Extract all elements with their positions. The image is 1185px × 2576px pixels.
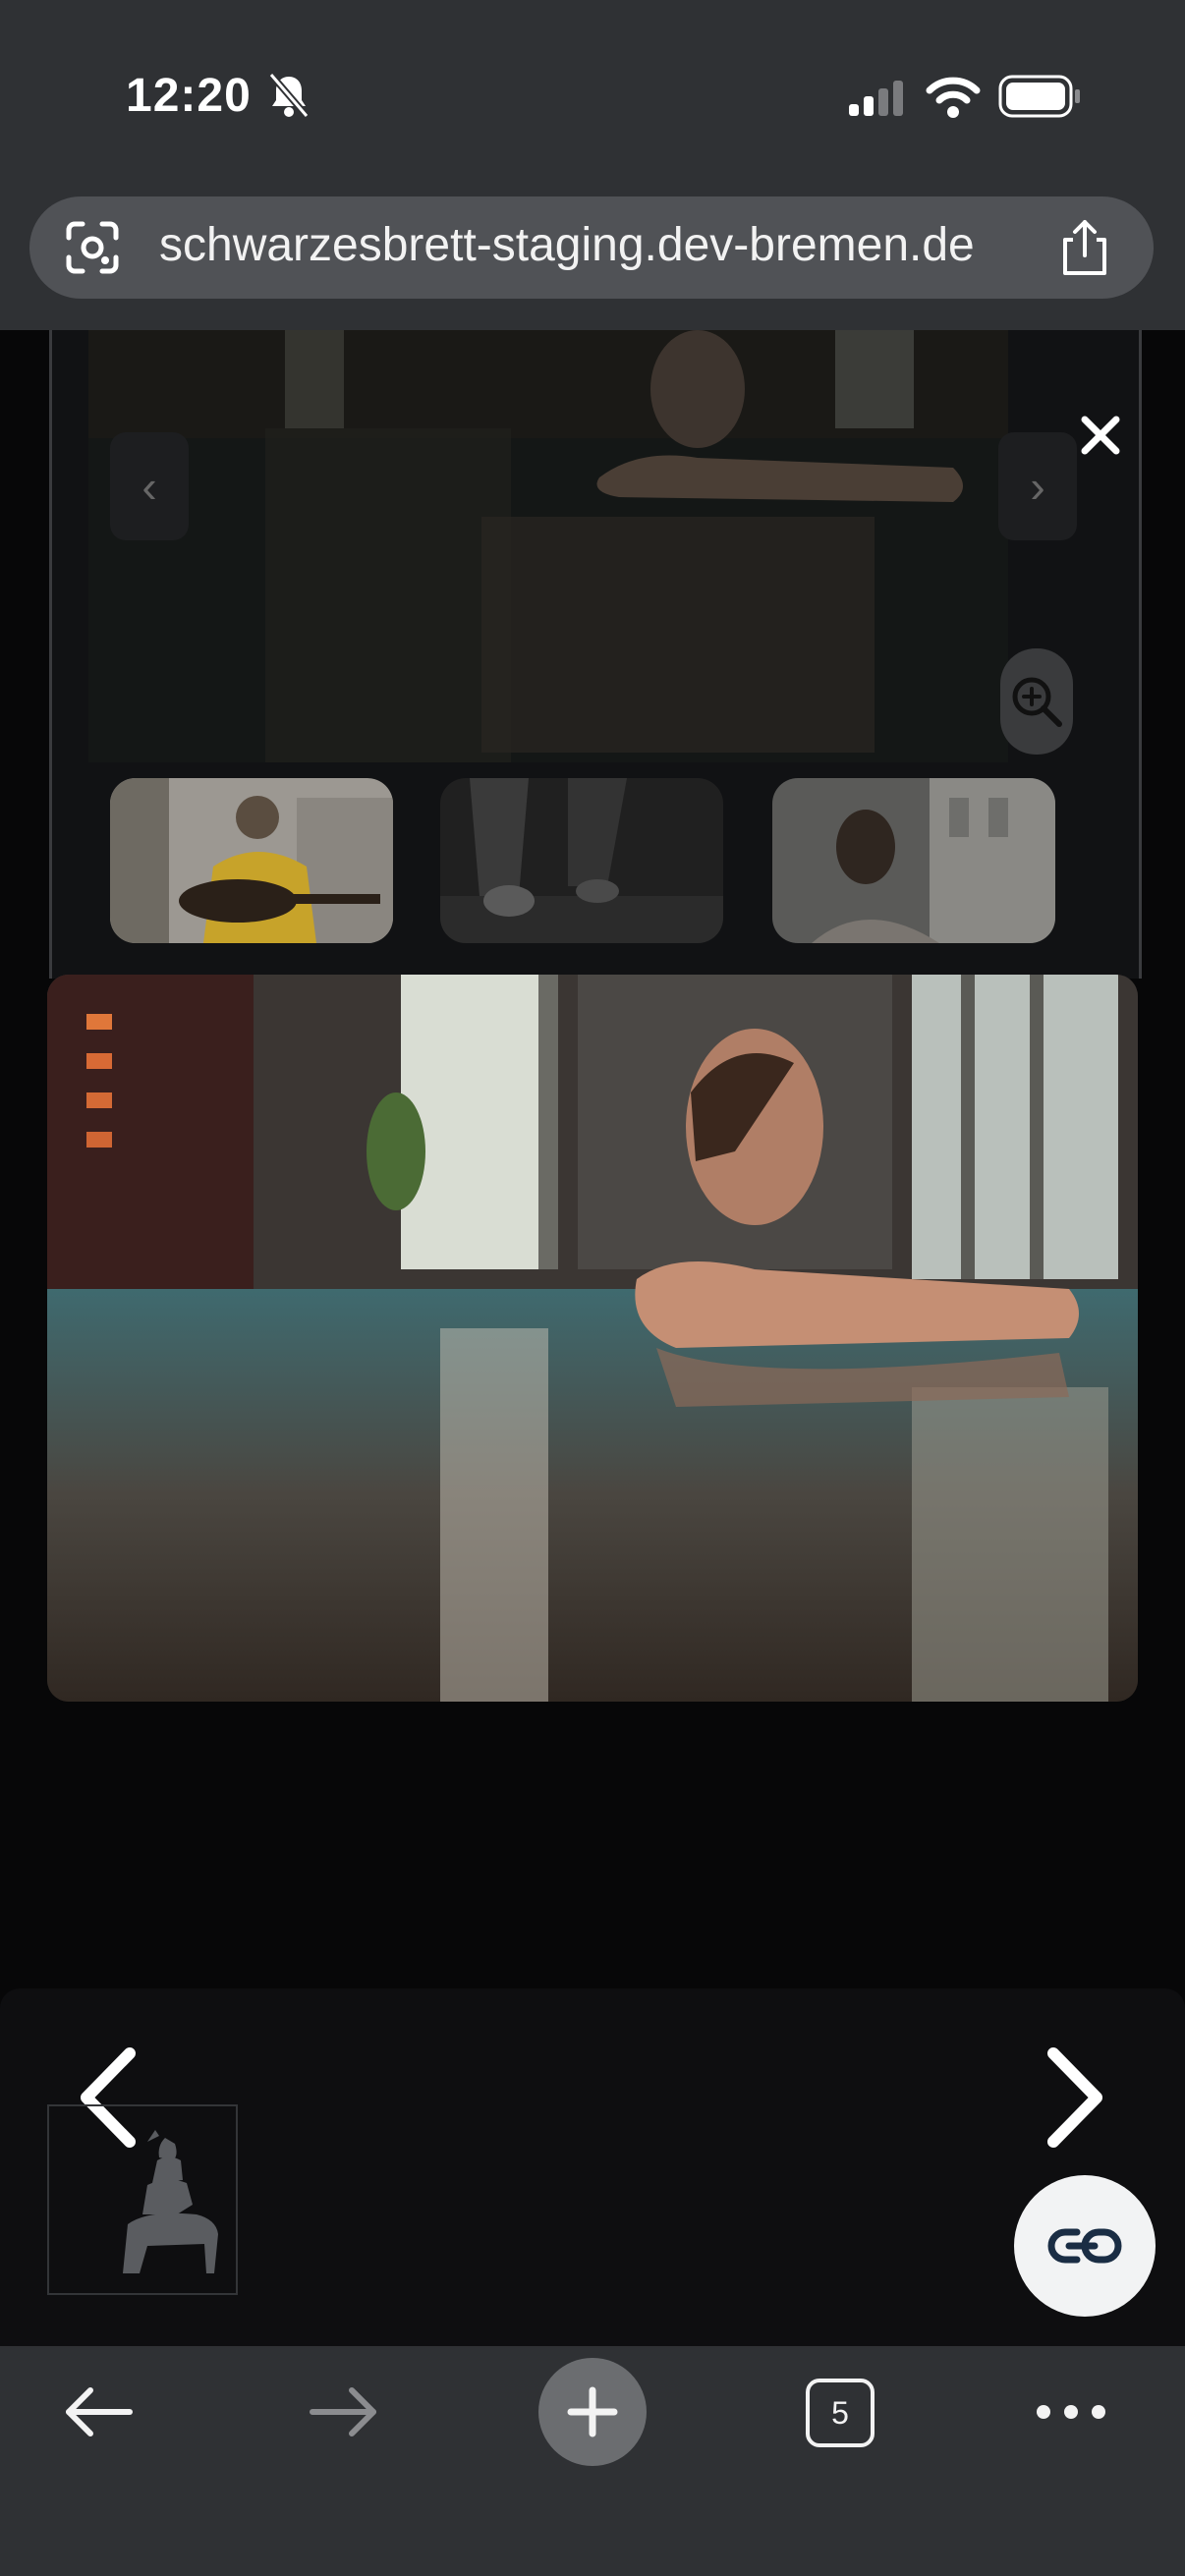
more-menu-button[interactable] (1022, 2358, 1120, 2466)
thumbnail-running-shoes[interactable] (440, 778, 723, 943)
url-text[interactable]: schwarzesbrett-staging.dev-bremen.de (159, 218, 975, 272)
status-time: 12:20 (126, 70, 252, 122)
new-tab-button[interactable] (538, 2358, 647, 2466)
signal-icon (849, 81, 908, 121)
lens-icon[interactable] (63, 218, 122, 282)
more-icon (1037, 2405, 1105, 2419)
battery-icon (998, 75, 1081, 123)
wifi-icon (926, 75, 981, 123)
forward-button[interactable] (295, 2358, 393, 2466)
zoom-in-icon (1012, 677, 1062, 727)
tab-switcher-button[interactable]: 5 (806, 2379, 875, 2447)
thumbnail-guitar-player[interactable] (110, 778, 393, 943)
thumbnail-woman-smiling[interactable] (772, 778, 1055, 943)
chevron-right-icon (1047, 2047, 1102, 2148)
gallery-prev-button[interactable]: ‹ (110, 432, 189, 540)
arrow-right-icon (310, 2387, 376, 2436)
close-icon (1081, 416, 1120, 455)
back-button[interactable] (49, 2358, 147, 2466)
plus-icon (567, 2386, 618, 2437)
share-icon[interactable] (1057, 216, 1112, 284)
gallery-next-button[interactable]: › (998, 432, 1077, 540)
lightbox-image[interactable] (47, 975, 1138, 1702)
site-logo[interactable] (47, 2104, 238, 2295)
bell-slash-icon (267, 71, 310, 125)
lightbox-next-button[interactable] (1042, 2044, 1110, 2156)
gallery-main-image-dimmed (88, 330, 1008, 762)
close-button[interactable] (1081, 403, 1120, 469)
link-icon (1047, 2228, 1122, 2264)
musicians-logo-icon (123, 2130, 218, 2273)
cobrowse-button[interactable] (1014, 2175, 1156, 2317)
arrow-left-icon (66, 2387, 133, 2436)
zoom-in-button[interactable] (1000, 648, 1073, 755)
